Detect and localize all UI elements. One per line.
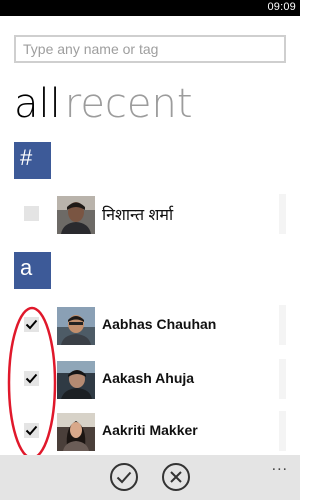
app-bar: ... bbox=[0, 455, 300, 500]
contact-checkbox[interactable] bbox=[24, 423, 39, 438]
cancel-button[interactable] bbox=[161, 462, 191, 492]
contact-row[interactable]: Aakash Ahuja bbox=[0, 357, 300, 401]
contact-name: Aakriti Makker bbox=[102, 422, 198, 438]
pivot-tab-all[interactable]: all bbox=[14, 81, 61, 127]
contact-row[interactable]: Aabhas Chauhan bbox=[0, 303, 300, 347]
group-letter: # bbox=[20, 145, 33, 170]
search-box[interactable] bbox=[14, 35, 286, 63]
check-mark-icon bbox=[25, 373, 38, 384]
row-divider bbox=[279, 194, 286, 234]
check-icon bbox=[110, 463, 138, 491]
contact-row[interactable]: निशान्त शर्मा bbox=[0, 192, 300, 236]
contact-name: Aabhas Chauhan bbox=[102, 316, 217, 332]
group-header-hash[interactable]: # bbox=[14, 142, 51, 179]
row-divider bbox=[279, 411, 286, 451]
accept-button[interactable] bbox=[109, 462, 139, 492]
avatar bbox=[57, 413, 95, 451]
row-divider bbox=[279, 359, 286, 399]
group-header-a[interactable]: a bbox=[14, 252, 51, 289]
search-input[interactable] bbox=[16, 37, 284, 61]
pivot-tab-recent[interactable]: recent bbox=[65, 81, 193, 127]
contact-row[interactable]: Aakriti Makker bbox=[0, 409, 300, 453]
status-bar: 09:09 bbox=[0, 0, 300, 16]
group-letter: a bbox=[20, 255, 33, 280]
row-divider bbox=[279, 305, 286, 345]
contact-checkbox[interactable] bbox=[24, 371, 39, 386]
status-time: 09:09 bbox=[267, 1, 296, 13]
contact-checkbox[interactable] bbox=[24, 206, 39, 221]
avatar bbox=[57, 196, 95, 234]
check-mark-icon bbox=[25, 319, 38, 330]
pivot-header: all recent bbox=[14, 80, 193, 128]
contact-name: Aakash Ahuja bbox=[102, 370, 195, 386]
contact-checkbox[interactable] bbox=[24, 317, 39, 332]
cancel-icon bbox=[162, 463, 190, 491]
avatar bbox=[57, 361, 95, 399]
more-options-button[interactable]: ... bbox=[272, 457, 288, 475]
check-mark-icon bbox=[25, 425, 38, 436]
avatar bbox=[57, 307, 95, 345]
contact-name: निशान्त शर्मा bbox=[102, 207, 174, 224]
